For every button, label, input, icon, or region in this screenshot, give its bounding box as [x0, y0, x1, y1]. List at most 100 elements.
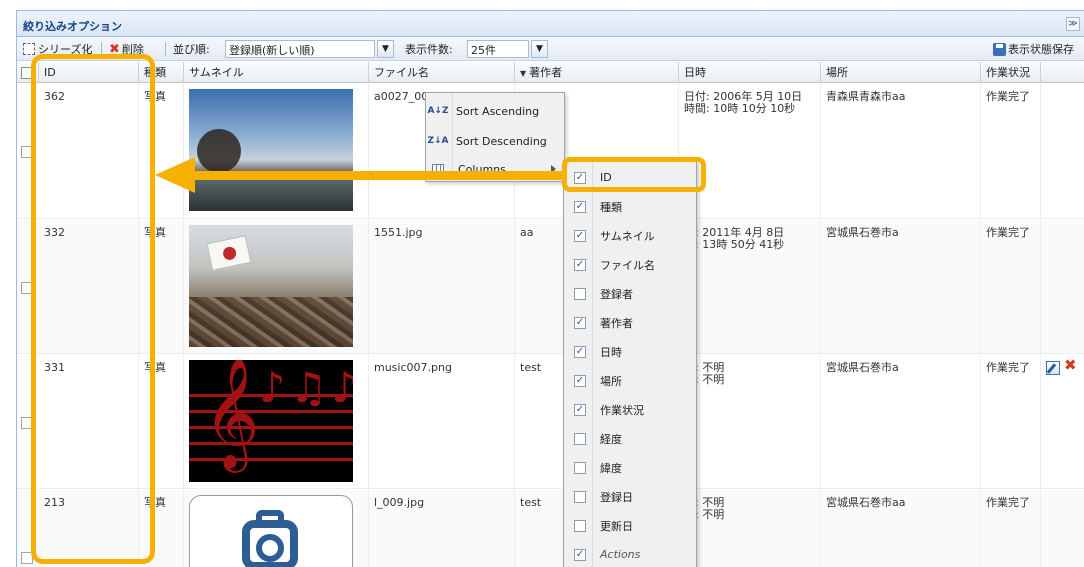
row-status: 作業完了 [981, 220, 1041, 353]
table-row[interactable]: 332 写真 1551.jpg aa 付: 2011年 4月 8日 間: 13時… [17, 220, 1084, 354]
checked-checkbox-icon[interactable]: ✓ [574, 258, 586, 271]
table-row[interactable]: 331 写真 𝄞 ♪♫♪ music007.png test 付: 不明 間: … [17, 355, 1084, 489]
column-header-status[interactable]: 作業状況 [981, 62, 1041, 83]
checked-checkbox-icon[interactable]: ✓ [574, 345, 586, 358]
column-toggle-item[interactable]: ✓ 場所 [564, 366, 696, 395]
table-row[interactable]: 213 写真 l_009.jpg test 付: 不明 間: 不明 宮城県石巻市… [17, 490, 1084, 567]
row-place: 宮城県石巻市a [821, 355, 981, 488]
thumbnail-image[interactable] [189, 89, 353, 211]
row-thumbnail[interactable] [184, 84, 369, 218]
column-toggle-label: 日時 [600, 345, 622, 359]
row-status: 作業完了 [981, 490, 1041, 567]
column-toggle-label: 緯度 [600, 461, 622, 475]
column-toggle-label: ファイル名 [600, 258, 655, 272]
column-toggle-label: Actions [600, 548, 641, 561]
author-header-label: 著作者 [529, 66, 563, 79]
panel-title: 絞り込みオプション [23, 20, 122, 33]
unchecked-checkbox-icon[interactable] [574, 287, 586, 300]
column-toggle-item[interactable]: ✓ 種類 [564, 192, 696, 221]
thumbnail-image[interactable] [189, 495, 353, 567]
row-place: 宮城県石巻市a [821, 220, 981, 353]
column-toggle-item[interactable]: 更新日 [564, 511, 696, 540]
column-toggle-item[interactable]: ✓ 著作者 [564, 308, 696, 337]
sort-ascending-icon: A↓Z [427, 105, 449, 116]
column-toggle-label: 登録日 [600, 490, 633, 504]
column-header-actions [1041, 62, 1084, 83]
grid-toolbar: シリーズ化 ✖ 削除 並び順: 登録順(新しい順) ▼ 表示件数: 25件 ▼ … [17, 37, 1084, 61]
column-header-filename[interactable]: ファイル名 [369, 62, 515, 83]
row-datetime: 日付: 2006年 5月 10日 時間: 10時 10分 10秒 [679, 84, 821, 218]
sort-order-dropdown-icon[interactable]: ▼ [377, 40, 394, 58]
display-count-dropdown-icon[interactable]: ▼ [531, 40, 548, 58]
row-place: 青森県青森市aa [821, 84, 981, 218]
row-actions: ✖ [1041, 355, 1084, 488]
highlight-arrow-shaft [190, 171, 564, 180]
display-count-select[interactable]: 25件 [467, 40, 529, 58]
column-toggle-item[interactable]: ✓ サムネイル [564, 221, 696, 250]
photo-flag-shape [206, 235, 252, 271]
column-toggle-item[interactable]: ✓ ファイル名 [564, 250, 696, 279]
sort-descending-icon: Z↓A [427, 135, 449, 146]
column-toggle-label: 場所 [600, 374, 622, 388]
column-toggle-label: 更新日 [600, 519, 633, 533]
collapse-icon[interactable]: ≫ [1066, 17, 1080, 31]
delete-row-icon[interactable]: ✖ [1064, 358, 1077, 373]
photo-tree-shape [197, 129, 241, 173]
column-toggle-item[interactable]: 経度 [564, 424, 696, 453]
column-toggle-item[interactable]: 登録者 [564, 279, 696, 308]
column-header-thumbnail[interactable]: サムネイル [184, 62, 369, 83]
checked-checkbox-icon[interactable]: ✓ [574, 229, 586, 242]
column-toggle-label: 著作者 [600, 316, 633, 330]
checked-checkbox-icon[interactable]: ✓ [574, 316, 586, 329]
save-view-button[interactable]: 表示状態保存 [993, 42, 1074, 56]
row-thumbnail[interactable] [184, 490, 369, 567]
sort-descending-label: Sort Descending [456, 134, 547, 148]
column-visibility-menu: ✓ ID ✓ 種類 ✓ サムネイル ✓ ファイル名 登録者 ✓ 著作者 ✓ 日時 ✓ 場所 ✓ 作業状況 経度 緯度… [563, 160, 697, 567]
row-place: 宮城県石巻市aa [821, 490, 981, 567]
column-header-datetime[interactable]: 日時 [679, 62, 821, 83]
treble-clef-icon: 𝄞 [203, 360, 260, 468]
toolbar-separator [165, 42, 166, 56]
unchecked-checkbox-icon[interactable] [574, 461, 586, 474]
thumbnail-image[interactable] [189, 225, 353, 347]
column-toggle-item[interactable]: 登録日 [564, 482, 696, 511]
column-header-author[interactable]: ▼ 著作者 [515, 62, 679, 83]
thumbnail-image[interactable]: 𝄞 ♪♫♪ [189, 360, 353, 482]
unchecked-checkbox-icon[interactable] [574, 519, 586, 532]
row-status: 作業完了 [981, 84, 1041, 218]
sort-descending-item[interactable]: Z↓A Sort Descending [426, 127, 564, 155]
unchecked-checkbox-icon[interactable] [574, 490, 586, 503]
row-datetime: 付: 2011年 4月 8日 間: 13時 50分 41秒 [679, 220, 821, 353]
checked-checkbox-icon[interactable]: ✓ [574, 403, 586, 416]
column-toggle-item[interactable]: ✓ 日時 [564, 337, 696, 366]
row-thumbnail[interactable] [184, 220, 369, 353]
sort-order-select[interactable]: 登録順(新しい順) [225, 40, 375, 58]
sort-order-label: 並び順: [173, 43, 210, 56]
checked-checkbox-icon[interactable]: ✓ [574, 200, 586, 213]
row-thumbnail[interactable]: 𝄞 ♪♫♪ [184, 355, 369, 488]
row-time: 間: 不明 [684, 508, 725, 521]
row-filename: 1551.jpg [369, 220, 515, 353]
column-sort-menu: A↓Z Sort Ascending Z↓A Sort Descending C… [425, 92, 565, 182]
column-toggle-item[interactable]: ✓ Actions [564, 540, 696, 567]
row-time: 間: 13時 50分 41秒 [684, 238, 785, 251]
display-count-label: 表示件数: [405, 43, 453, 56]
row-datetime: 付: 不明 間: 不明 [679, 355, 821, 488]
save-view-label: 表示状態保存 [1008, 43, 1074, 56]
unchecked-checkbox-icon[interactable] [574, 432, 586, 445]
column-toggle-label: サムネイル [600, 229, 655, 243]
column-header-place[interactable]: 場所 [821, 62, 981, 83]
column-toggle-label: 経度 [600, 432, 622, 446]
camera-lens-icon [256, 534, 284, 562]
series-icon [23, 43, 35, 55]
edit-icon[interactable] [1046, 361, 1060, 375]
checked-checkbox-icon[interactable]: ✓ [574, 374, 586, 387]
checked-checkbox-icon[interactable]: ✓ [574, 548, 586, 561]
sort-ascending-item[interactable]: A↓Z Sort Ascending [426, 97, 564, 125]
column-toggle-item[interactable]: 緯度 [564, 453, 696, 482]
photo-water-shape [189, 177, 353, 211]
column-menu-trigger-icon[interactable]: ▼ [520, 69, 526, 78]
row-datetime: 付: 不明 間: 不明 [679, 490, 821, 567]
column-toggle-item[interactable]: ✓ 作業状況 [564, 395, 696, 424]
column-toggle-label: 作業状況 [600, 403, 644, 417]
